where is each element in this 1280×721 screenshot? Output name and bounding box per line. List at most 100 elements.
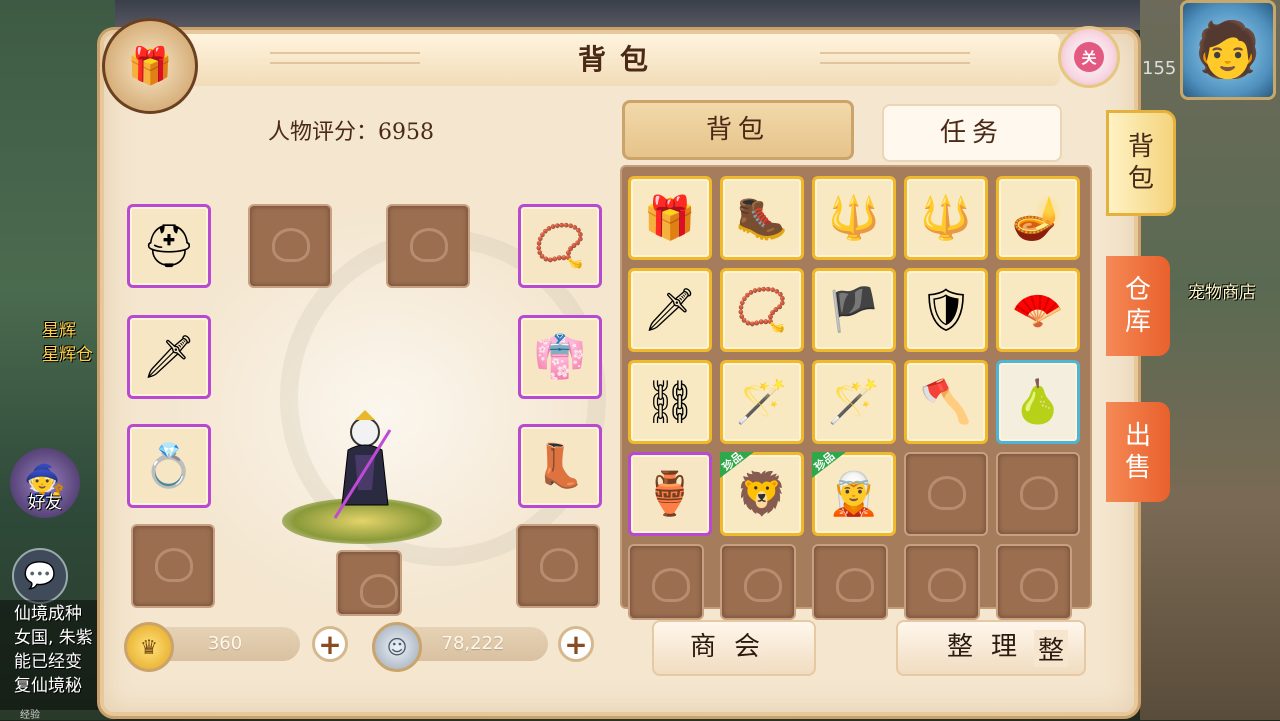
add-gold-button[interactable]: + (312, 626, 348, 662)
empty-slot-icon (155, 548, 193, 582)
player-portrait[interactable]: 🧑 (1180, 0, 1276, 100)
side-tab-bag[interactable]: 背包 (1106, 110, 1176, 216)
chat-line: 能已经变 (14, 652, 82, 672)
empty-slot[interactable] (996, 452, 1080, 536)
gold-coin-icon: ♛ (124, 622, 174, 672)
character-score: 人物评分：6958 (268, 114, 434, 146)
banner-icon: 🏴 (827, 285, 881, 334)
empty-slot[interactable] (336, 550, 402, 616)
close-button[interactable]: 关 (1058, 26, 1120, 88)
item-slot[interactable]: ⛑ (127, 204, 211, 288)
empty-slot-icon (928, 568, 966, 602)
pet-shop-label[interactable]: 宠物商店 (1188, 278, 1256, 303)
empty-slot[interactable] (386, 204, 470, 288)
bracelet-icon: 📿 (735, 285, 789, 334)
staff-icon: 🪄 (735, 377, 789, 426)
gift-icon[interactable]: 🎁 (102, 18, 198, 114)
item-slot[interactable]: 💍 (127, 424, 211, 508)
item-slot[interactable]: 🪄 (720, 360, 804, 444)
item-slot[interactable]: 🏴 (812, 268, 896, 352)
item-slot[interactable]: 🛡 (904, 268, 988, 352)
empty-slot-icon (272, 228, 310, 262)
add-silver-button[interactable]: + (558, 626, 594, 662)
item-slot[interactable]: 🦁 珍品 (720, 452, 804, 536)
sort-overlay-text: 整 (1034, 630, 1069, 667)
boots-icon: 🥾 (735, 193, 789, 242)
item-slot[interactable]: 📿 (518, 204, 602, 288)
item-slot[interactable]: 🗡 (628, 268, 712, 352)
empty-slot[interactable] (248, 204, 332, 288)
empty-slot[interactable] (131, 524, 215, 608)
item-slot[interactable]: 🎁 (628, 176, 712, 260)
boots-icon: 👢 (533, 441, 587, 490)
tab-task[interactable]: 任务 (882, 104, 1062, 162)
empty-slot[interactable] (812, 544, 888, 620)
chat-icon[interactable]: 💬 (12, 548, 68, 604)
item-slot[interactable]: 🪓 (904, 360, 988, 444)
empty-slot[interactable] (720, 544, 796, 620)
item-slot[interactable]: 🏺 (628, 452, 712, 536)
chat-box[interactable]: 仙境成种 女国, 朱紫 能已经变 复仙境秘 (0, 600, 112, 710)
side-tab-warehouse[interactable]: 仓库 (1106, 256, 1170, 356)
chat-line: 女国, 朱紫 (14, 628, 93, 648)
robe-icon: 👘 (533, 332, 587, 381)
chat-line: 复仙境秘 (14, 676, 82, 696)
item-slot[interactable]: 🪄 (812, 360, 896, 444)
side-tab-warehouse-label: 仓库 (1124, 275, 1151, 337)
empty-slot-icon (1020, 476, 1058, 510)
empty-slot-icon (836, 568, 874, 602)
score-value: 6958 (378, 120, 435, 145)
item-slot[interactable]: 🗡 (127, 315, 211, 399)
empty-slot[interactable] (516, 524, 600, 608)
empty-slot-icon (1020, 568, 1058, 602)
guild-button[interactable]: 商会 (652, 620, 816, 676)
item-slot[interactable]: 👘 (518, 315, 602, 399)
empty-slot[interactable] (996, 544, 1072, 620)
chat-line: 仙境成种 (14, 604, 82, 624)
score-label: 人物评分： (268, 120, 379, 145)
staff-icon: 🪄 (827, 377, 881, 426)
empty-slot[interactable] (904, 452, 988, 536)
exp-label: 经验 (20, 710, 40, 721)
item-slot[interactable]: 🔱 (904, 176, 988, 260)
silver-coin-icon: ☺ (372, 622, 422, 672)
empty-slot-icon (410, 228, 448, 262)
potion-icon: 🍐 (1011, 377, 1065, 426)
item-slot[interactable]: 📿 (720, 268, 804, 352)
item-slot[interactable]: 🪔 (996, 176, 1080, 260)
empty-slot[interactable] (628, 544, 704, 620)
star-text: 星辉 (42, 321, 76, 341)
empty-slot-icon (540, 548, 578, 582)
empty-slot-icon (744, 568, 782, 602)
tab-bag[interactable]: 背包 (622, 100, 854, 160)
necklace-icon: 📿 (533, 221, 587, 270)
game-world-top (115, 0, 1140, 30)
side-tab-sell[interactable]: 出售 (1106, 402, 1170, 502)
trident-icon: 🔱 (919, 193, 973, 242)
empty-slot-icon (652, 568, 690, 602)
chain-icon: ⛓ (643, 377, 697, 426)
helmet-icon: ⛑ (142, 221, 196, 270)
item-slot[interactable]: 🥾 (720, 176, 804, 260)
window-title: 背包 (577, 43, 662, 76)
item-slot[interactable]: 🪭 (996, 268, 1080, 352)
item-slot[interactable]: 👢 (518, 424, 602, 508)
empty-slot[interactable] (904, 544, 980, 620)
spear-icon: 🗡 (142, 332, 196, 381)
item-slot[interactable]: ⛓ (628, 360, 712, 444)
hero-character[interactable] (330, 410, 400, 520)
empty-slot-icon (360, 574, 398, 608)
item-slot[interactable]: 🧝 珍品 (812, 452, 896, 536)
fan-icon: 🪭 (1011, 285, 1065, 334)
side-tab-bag-label: 背包 (1127, 132, 1154, 194)
close-icon: 关 (1074, 42, 1104, 72)
side-tab-sell-label: 出售 (1124, 421, 1151, 483)
belt-icon: 💍 (142, 441, 196, 490)
vase-icon: 🏺 (643, 469, 697, 518)
armor-icon: 🛡 (919, 285, 973, 334)
friends-label[interactable]: 好友 (28, 488, 62, 513)
item-slot[interactable]: 🔱 (812, 176, 896, 260)
trident-icon: 🔱 (827, 193, 881, 242)
treasure-chest-icon: 🎁 (643, 193, 697, 242)
item-slot[interactable]: 🍐 (996, 360, 1080, 444)
